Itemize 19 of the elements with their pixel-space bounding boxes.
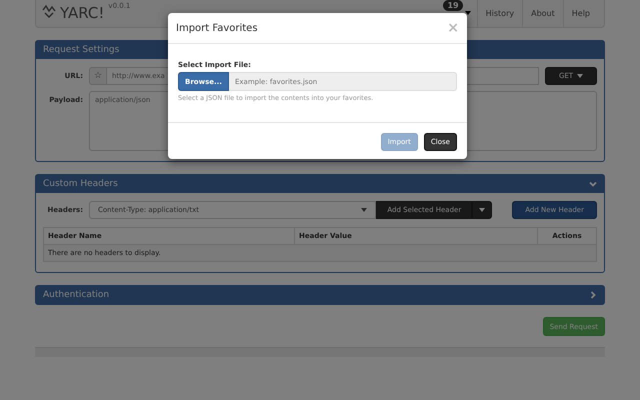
brand-name[interactable]: YARC!	[60, 4, 104, 22]
chevron-down-icon[interactable]	[589, 180, 597, 188]
panel-title: Authentication	[43, 290, 110, 300]
panel-header[interactable]: Authentication	[36, 286, 604, 304]
chevron-right-icon[interactable]	[589, 291, 597, 299]
panel-header[interactable]: Custom Headers	[36, 175, 604, 193]
nav-link[interactable]: History	[476, 0, 522, 28]
count-badge: 19	[443, 0, 463, 10]
caret-icon	[479, 208, 486, 212]
dropdown-toggle[interactable]	[472, 201, 492, 219]
caret-icon	[361, 208, 368, 212]
logo-icon	[42, 4, 56, 18]
nav-link[interactable]: Help	[562, 0, 598, 28]
nav-link[interactable]: About	[522, 0, 563, 28]
panel-title: Custom Headers	[43, 179, 118, 189]
close-button[interactable]: ×	[447, 21, 459, 35]
caret-icon	[577, 74, 584, 78]
dialog-title: Import Favorites	[176, 22, 258, 34]
caret-icon	[464, 11, 471, 15]
